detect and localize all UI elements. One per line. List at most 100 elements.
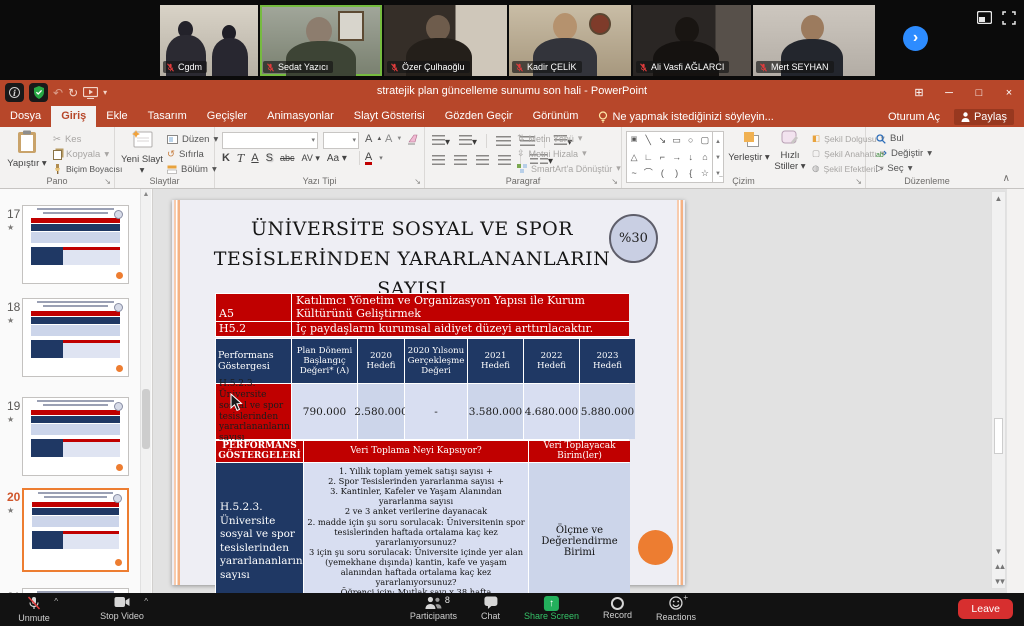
thumbnail-scrollbar[interactable]: ▲ bbox=[140, 189, 151, 593]
shape-right-arrow-icon[interactable]: → bbox=[670, 149, 684, 166]
text-direction-button[interactable]: ⇅Metin Yönü ▾ bbox=[517, 133, 582, 144]
paste-button[interactable]: Yapıştır ▾ bbox=[4, 130, 50, 170]
slide-thumbnail-selected[interactable] bbox=[22, 488, 129, 572]
tab-tasarim[interactable]: Tasarım bbox=[138, 106, 197, 127]
thumbnail-scrollbar-thumb[interactable] bbox=[142, 389, 150, 449]
slide-thumbnail[interactable] bbox=[22, 397, 129, 476]
align-center-icon[interactable] bbox=[454, 155, 467, 165]
close-button[interactable]: × bbox=[994, 80, 1024, 106]
find-button[interactable]: Bul bbox=[876, 133, 904, 144]
next-participants-button[interactable]: › bbox=[903, 26, 928, 51]
chat-button[interactable]: Chat bbox=[481, 596, 500, 622]
select-button[interactable]: ▷Seç ▾ bbox=[876, 163, 912, 174]
share-screen-button[interactable]: ↑ Share Screen bbox=[524, 596, 579, 622]
justify-icon[interactable] bbox=[498, 155, 511, 165]
tab-dosya[interactable]: Dosya bbox=[0, 106, 51, 127]
audio-options-caret[interactable]: ^ bbox=[54, 597, 58, 606]
tab-gorunum[interactable]: Görünüm bbox=[523, 106, 589, 127]
share-button[interactable]: Paylaş bbox=[954, 109, 1014, 125]
reset-button[interactable]: ↺Sıfırla bbox=[167, 149, 204, 160]
shape-textbox-icon[interactable]: ▣ bbox=[627, 132, 641, 149]
align-right-icon[interactable] bbox=[476, 155, 489, 165]
tab-animasyonlar[interactable]: Animasyonlar bbox=[257, 106, 344, 127]
shape-line-icon[interactable]: ╲ bbox=[641, 132, 655, 149]
grow-font-button[interactable]: A▲ bbox=[365, 133, 382, 145]
tab-gecisler[interactable]: Geçişler bbox=[197, 106, 257, 127]
video-tile[interactable]: Özer Çulhaoğlu bbox=[384, 5, 507, 76]
video-tile[interactable]: Mert SEYHAN bbox=[753, 5, 875, 76]
cizim-dialog-launcher[interactable]: ↘ bbox=[855, 177, 862, 186]
record-button[interactable]: Record bbox=[603, 596, 632, 622]
tab-slayt-gosterisi[interactable]: Slayt Gösterisi bbox=[344, 106, 435, 127]
slide-thumbnail[interactable] bbox=[22, 298, 129, 377]
tab-ekle[interactable]: Ekle bbox=[96, 106, 137, 127]
shape-oval-icon[interactable]: ○ bbox=[684, 132, 698, 149]
tell-me-box[interactable]: Ne yapmak istediğinizi söyleyin... bbox=[588, 106, 783, 127]
reactions-button[interactable]: + Reactions bbox=[656, 596, 696, 622]
shape-arrow-icon[interactable]: ↘ bbox=[655, 132, 669, 149]
scroll-down-icon[interactable]: ▼ bbox=[992, 547, 1005, 556]
slide-thumbnail[interactable] bbox=[22, 205, 129, 284]
shape-rounded-rect-icon[interactable]: ▢ bbox=[698, 132, 712, 149]
text-shadow-button[interactable]: S bbox=[266, 152, 273, 164]
tab-gozden-gecir[interactable]: Gözden Geçir bbox=[435, 106, 523, 127]
thumbnail-scroll-up-icon[interactable]: ▲ bbox=[141, 191, 151, 198]
quick-styles-button[interactable]: Hızlı Stiller ▾ bbox=[770, 130, 810, 173]
shape-elbow-icon[interactable]: ∟ bbox=[641, 149, 655, 166]
maximize-button[interactable]: □ bbox=[964, 80, 994, 106]
participants-button[interactable]: 8 Participants bbox=[410, 596, 457, 622]
video-options-caret[interactable]: ^ bbox=[144, 597, 148, 606]
bold-button[interactable]: K bbox=[222, 152, 230, 164]
collapse-ribbon-icon[interactable]: ∧ bbox=[1003, 173, 1010, 184]
tab-giris[interactable]: Giriş bbox=[51, 106, 96, 127]
shape-down-arrow-icon[interactable]: ↓ bbox=[684, 149, 698, 166]
character-spacing-button[interactable]: AV ▾ bbox=[302, 153, 320, 164]
shrink-font-button[interactable]: A▼ bbox=[385, 133, 402, 145]
font-name-combo[interactable] bbox=[222, 132, 318, 149]
leave-button[interactable]: Leave bbox=[958, 599, 1013, 619]
font-color-dropdown[interactable]: ▾ bbox=[379, 154, 383, 162]
pano-dialog-launcher[interactable]: ↘ bbox=[104, 177, 111, 186]
arrange-button[interactable]: Yerleştir ▾ bbox=[728, 130, 770, 164]
video-tile[interactable]: Kadir ÇELİK bbox=[509, 5, 631, 76]
shape-rectangle-icon[interactable]: ▭ bbox=[670, 132, 684, 149]
replace-button[interactable]: ab Değiştir ▾ bbox=[876, 148, 932, 159]
cut-button[interactable]: ✂Kes bbox=[53, 134, 81, 145]
yazitipi-dialog-launcher[interactable]: ↘ bbox=[414, 177, 421, 186]
font-color-button[interactable]: A bbox=[365, 152, 372, 165]
fullscreen-icon[interactable] bbox=[1002, 11, 1016, 25]
format-painter-button[interactable]: Biçim Boyacısı bbox=[53, 164, 122, 174]
underline-button[interactable]: A bbox=[251, 152, 258, 164]
clear-formatting-icon[interactable] bbox=[407, 134, 419, 145]
next-slide-icon[interactable]: ▼▼ bbox=[992, 577, 1005, 586]
copy-button[interactable]: Kopyala ▾ bbox=[53, 149, 109, 160]
change-case-button[interactable]: Aa ▾ bbox=[327, 153, 347, 164]
paragraf-dialog-launcher[interactable]: ↘ bbox=[611, 177, 618, 186]
decrease-indent-icon[interactable] bbox=[496, 136, 511, 146]
shape-triangle-icon[interactable]: △ bbox=[627, 149, 641, 166]
minimize-button[interactable]: ─ bbox=[934, 80, 964, 106]
shape-pentagon-icon[interactable]: ⌂ bbox=[698, 149, 712, 166]
bullets-button[interactable]: ▾ bbox=[432, 135, 450, 148]
font-size-combo[interactable] bbox=[323, 132, 359, 149]
convert-smartart-button[interactable]: SmartArt'a Dönüştür ▾ bbox=[517, 163, 621, 174]
italic-button[interactable]: T bbox=[237, 152, 244, 165]
main-scrollbar[interactable]: ▲ ▼ ▲▲ ▼▼ bbox=[991, 191, 1006, 589]
unmute-button[interactable]: ^ Unmute bbox=[12, 596, 56, 623]
video-tile[interactable]: Ali Vasfi AĞLARCI bbox=[633, 5, 751, 76]
video-tile[interactable]: Cgdm bbox=[160, 5, 258, 76]
shape-elbow2-icon[interactable]: ⌐ bbox=[655, 149, 669, 166]
align-text-button[interactable]: ⇳Metni Hizala ▾ bbox=[517, 148, 587, 159]
gallery-view-icon[interactable] bbox=[977, 11, 992, 24]
sign-in-link[interactable]: Oturum Aç bbox=[888, 111, 940, 123]
numbering-button[interactable]: ▾ bbox=[459, 135, 477, 148]
new-slide-button[interactable]: Yeni Slayt ▾ bbox=[119, 130, 165, 177]
video-tile-active-speaker[interactable]: Sedat Yazıcı bbox=[260, 5, 382, 76]
stop-video-button[interactable]: ^ Stop Video bbox=[94, 596, 150, 621]
section-button[interactable]: Bölüm ▾ bbox=[167, 164, 217, 175]
strikethrough-button[interactable]: abc bbox=[280, 153, 295, 163]
scrollbar-thumb[interactable] bbox=[994, 418, 1003, 454]
layout-button[interactable]: Düzen ▾ bbox=[167, 134, 218, 145]
previous-slide-icon[interactable]: ▲▲ bbox=[992, 562, 1005, 571]
align-left-icon[interactable] bbox=[432, 155, 445, 165]
